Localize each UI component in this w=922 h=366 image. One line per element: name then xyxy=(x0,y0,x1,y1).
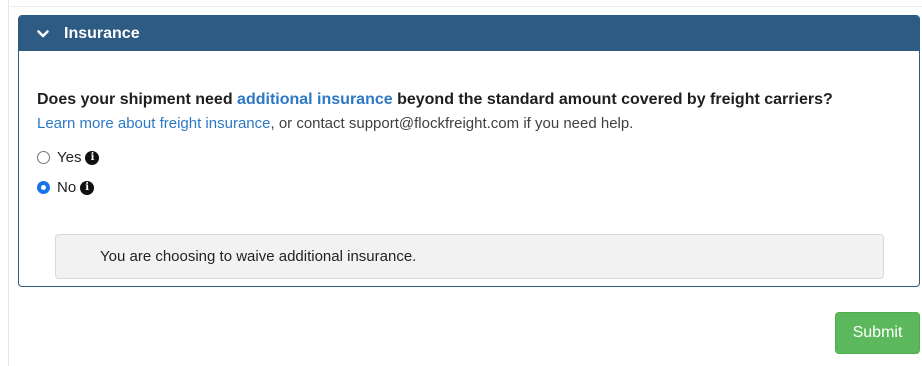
yes-radio[interactable] xyxy=(37,151,50,164)
insurance-panel-header[interactable]: Insurance xyxy=(19,16,919,51)
info-icon[interactable]: i xyxy=(85,150,100,165)
no-radio[interactable] xyxy=(37,181,50,194)
insurance-option-yes[interactable]: Yes i xyxy=(37,149,100,166)
page: Insurance Does your shipment need additi… xyxy=(0,0,922,366)
help-text: , or contact support@flockfreight.com if… xyxy=(270,115,634,132)
chevron-down-icon[interactable] xyxy=(36,27,50,41)
question-suffix: beyond the standard amount covered by fr… xyxy=(392,91,833,108)
notice-text: You are choosing to waive additional ins… xyxy=(100,248,417,265)
question-prefix: Does your shipment need xyxy=(37,91,238,108)
panel-title: Insurance xyxy=(64,24,140,42)
top-divider xyxy=(8,6,922,7)
insurance-panel: Insurance Does your shipment need additi… xyxy=(18,15,920,287)
submit-button[interactable]: Submit xyxy=(835,312,920,354)
help-line: Learn more about freight insurance, or c… xyxy=(37,115,633,132)
freight-insurance-link[interactable]: Learn more about freight insurance xyxy=(37,115,270,132)
waive-insurance-notice: You are choosing to waive additional ins… xyxy=(55,234,884,279)
left-divider xyxy=(8,0,9,366)
additional-insurance-link[interactable]: additional insurance xyxy=(237,91,393,108)
info-icon[interactable]: i xyxy=(80,180,95,195)
insurance-option-no[interactable]: No i xyxy=(37,179,95,196)
insurance-question: Does your shipment need additional insur… xyxy=(37,91,907,109)
no-label[interactable]: No xyxy=(57,179,76,196)
yes-label[interactable]: Yes xyxy=(57,149,81,166)
